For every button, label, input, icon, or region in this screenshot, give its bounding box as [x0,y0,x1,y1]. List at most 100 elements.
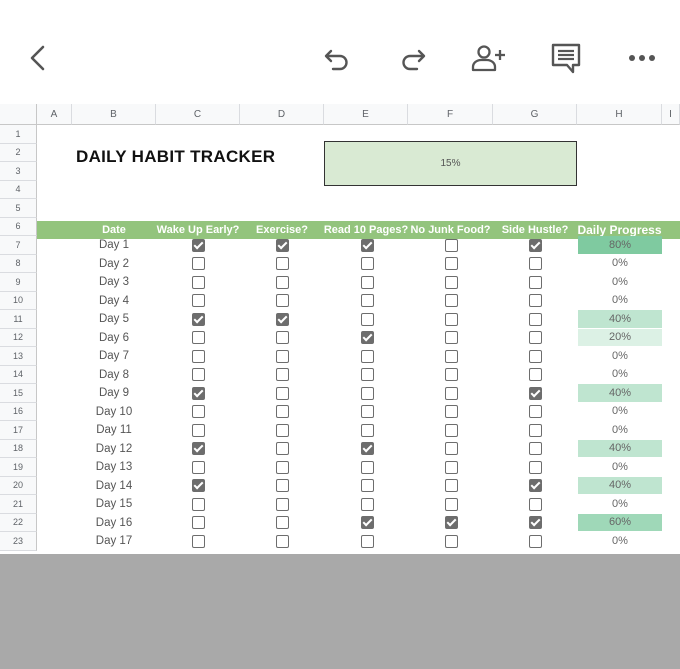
date-cell[interactable]: Day 9 [72,384,156,403]
habit-checkbox[interactable] [275,238,289,252]
habit-checkbox[interactable] [360,257,374,271]
habit-checkbox[interactable] [191,386,205,400]
daily-progress-cell[interactable]: 40% [578,384,662,402]
habit-checkbox[interactable] [444,460,458,474]
date-cell[interactable]: Day 3 [72,273,156,292]
habit-checkbox[interactable] [444,238,458,252]
habit-checkbox[interactable] [444,405,458,419]
habit-checkbox[interactable] [360,331,374,345]
daily-progress-cell[interactable]: 40% [578,476,662,494]
row-header-1[interactable]: 1 [0,125,37,144]
row-header-22[interactable]: 22 [0,513,37,532]
daily-progress-cell[interactable]: 0% [578,532,662,550]
habit-checkbox[interactable] [528,312,542,326]
row-header-17[interactable]: 17 [0,421,37,440]
daily-progress-cell[interactable]: 20% [578,328,662,346]
habit-checkbox[interactable] [444,331,458,345]
habit-checkbox[interactable] [528,275,542,289]
row-header-21[interactable]: 21 [0,495,37,514]
habit-checkbox[interactable] [360,238,374,252]
date-cell[interactable]: Day 14 [72,477,156,496]
daily-progress-cell[interactable]: 40% [578,439,662,457]
habit-checkbox[interactable] [528,534,542,548]
column-header-b[interactable]: B [72,104,156,125]
date-cell[interactable]: Day 15 [72,495,156,514]
daily-progress-cell[interactable]: 0% [578,421,662,439]
habit-checkbox[interactable] [528,442,542,456]
habit-checkbox[interactable] [528,497,542,511]
row-header-11[interactable]: 11 [0,310,37,329]
date-cell[interactable]: Day 8 [72,366,156,385]
habit-checkbox[interactable] [191,497,205,511]
habit-checkbox[interactable] [360,534,374,548]
habit-checkbox[interactable] [444,442,458,456]
column-header-g[interactable]: G [493,104,577,125]
column-header-e[interactable]: E [324,104,408,125]
habit-checkbox[interactable] [444,368,458,382]
column-header-h[interactable]: H [577,104,662,125]
spreadsheet-grid[interactable]: ABCDEFGHI 1 2 3 4 5 6 7 8 9 10 11 12 13 14 15 16 17 18 19 2… [0,104,680,554]
habit-checkbox[interactable] [528,386,542,400]
habit-checkbox[interactable] [275,534,289,548]
row-header-5[interactable]: 5 [0,199,37,218]
habit-checkbox[interactable] [360,349,374,363]
habit-checkbox[interactable] [275,405,289,419]
row-header-9[interactable]: 9 [0,273,37,292]
daily-progress-cell[interactable]: 0% [578,458,662,476]
habit-checkbox[interactable] [275,312,289,326]
row-header-20[interactable]: 20 [0,476,37,495]
back-button[interactable] [18,38,58,78]
habit-checkbox[interactable] [275,423,289,437]
row-header-2[interactable]: 2 [0,143,37,162]
daily-progress-cell[interactable]: 0% [578,495,662,513]
row-header-6[interactable]: 6 [0,217,37,236]
habit-checkbox[interactable] [360,294,374,308]
habit-checkbox[interactable] [528,238,542,252]
habit-checkbox[interactable] [275,349,289,363]
habit-checkbox[interactable] [191,423,205,437]
habit-checkbox[interactable] [360,460,374,474]
habit-checkbox[interactable] [360,312,374,326]
daily-progress-cell[interactable]: 0% [578,347,662,365]
date-cell[interactable]: Day 6 [72,329,156,348]
habit-checkbox[interactable] [444,275,458,289]
row-header-4[interactable]: 4 [0,180,37,199]
habit-checkbox[interactable] [360,497,374,511]
habit-checkbox[interactable] [528,405,542,419]
habit-checkbox[interactable] [528,349,542,363]
habit-checkbox[interactable] [275,257,289,271]
column-header-a[interactable]: A [37,104,72,125]
habit-checkbox[interactable] [275,386,289,400]
habit-checkbox[interactable] [360,275,374,289]
habit-checkbox[interactable] [191,331,205,345]
row-header-15[interactable]: 15 [0,384,37,403]
date-cell[interactable]: Day 10 [72,403,156,422]
habit-checkbox[interactable] [444,497,458,511]
daily-progress-cell[interactable]: 40% [578,310,662,328]
date-cell[interactable]: Day 2 [72,255,156,274]
column-header-f[interactable]: F [408,104,493,125]
row-header-7[interactable]: 7 [0,236,37,255]
habit-checkbox[interactable] [275,442,289,456]
date-cell[interactable]: Day 16 [72,514,156,533]
comment-button[interactable] [546,38,586,78]
habit-checkbox[interactable] [191,368,205,382]
habit-checkbox[interactable] [360,423,374,437]
habit-checkbox[interactable] [191,275,205,289]
date-cell[interactable]: Day 1 [72,236,156,255]
habit-checkbox[interactable] [444,534,458,548]
habit-checkbox[interactable] [528,423,542,437]
row-header-12[interactable]: 12 [0,328,37,347]
overall-progress-cell[interactable]: 15% [324,141,577,186]
habit-checkbox[interactable] [191,479,205,493]
more-button[interactable] [622,38,662,78]
habit-checkbox[interactable] [444,257,458,271]
habit-checkbox[interactable] [275,497,289,511]
habit-checkbox[interactable] [191,294,205,308]
habit-checkbox[interactable] [444,349,458,363]
daily-progress-cell[interactable]: 80% [578,236,662,254]
habit-checkbox[interactable] [275,368,289,382]
habit-checkbox[interactable] [191,349,205,363]
date-cell[interactable]: Day 17 [72,532,156,551]
habit-checkbox[interactable] [275,516,289,530]
